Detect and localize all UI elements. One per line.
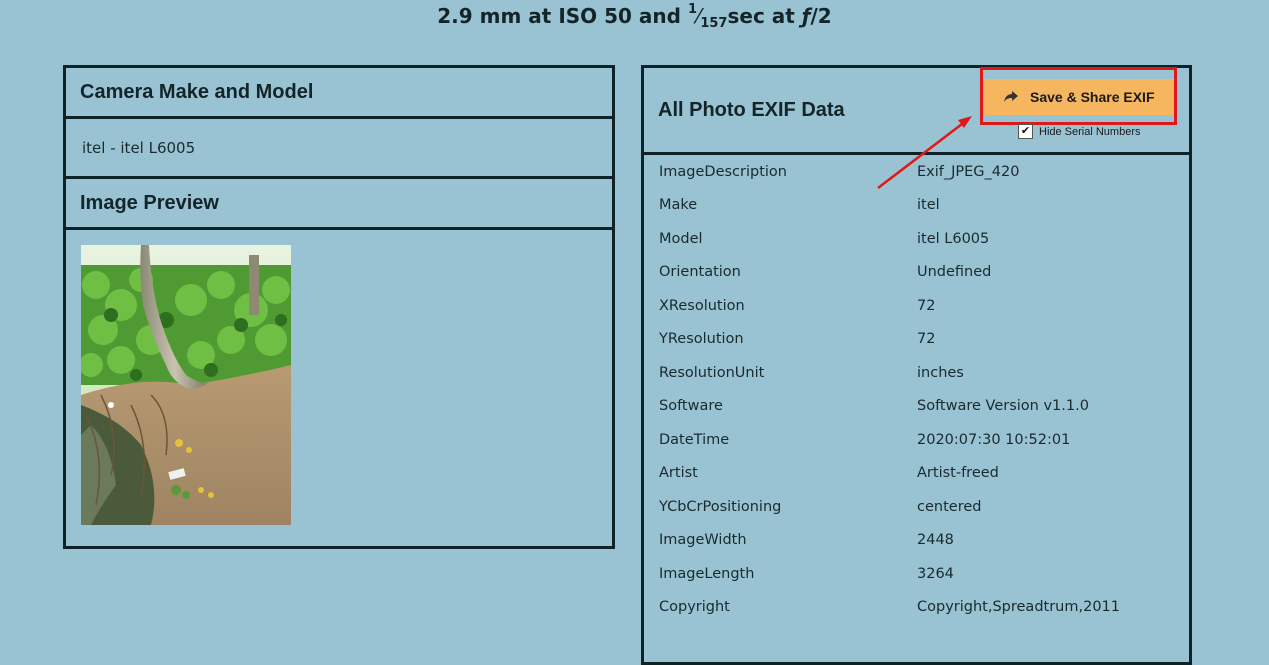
exif-value: 2020:07:30 10:52:01 — [917, 431, 1071, 448]
exif-value: 2448 — [917, 532, 954, 549]
exif-key: ImageWidth — [659, 532, 747, 549]
exif-key: Artist — [659, 465, 698, 482]
exif-table: ImageDescription Exif_JPEG_420 Make itel Mod… — [644, 155, 1189, 624]
exif-key: Make — [659, 197, 698, 214]
exif-key: ImageDescription — [659, 163, 787, 180]
preview-section-title: Image Preview — [66, 179, 612, 230]
hide-serial-row: ✔ Hide Serial Numbers — [1018, 124, 1140, 139]
exif-row: YResolution 72 — [644, 323, 1189, 357]
exif-key: YCbCrPositioning — [659, 498, 782, 515]
sec-text: sec at — [727, 4, 802, 28]
exif-key: ResolutionUnit — [659, 364, 765, 381]
photo-summary-heading: 2.9 mm at ISO 50 and 1⁄157sec at ƒ/2 — [0, 2, 1269, 31]
exif-value: itel — [917, 197, 940, 214]
exif-key: Model — [659, 230, 703, 247]
exif-row: Copyright Copyright,Spreadtrum,2011 — [644, 591, 1189, 625]
exif-key: ImageLength — [659, 565, 755, 582]
camera-info-panel: Camera Make and Model itel - itel L6005 … — [63, 65, 615, 549]
exif-row: Model itel L6005 — [644, 222, 1189, 256]
hide-serial-label: Hide Serial Numbers — [1039, 125, 1141, 138]
image-preview[interactable] — [81, 245, 291, 525]
save-share-exif-button[interactable]: Save & Share EXIF — [984, 79, 1174, 115]
exif-value: inches — [917, 364, 964, 381]
exif-value: Artist-freed — [917, 465, 999, 482]
aperture-value: /2 — [810, 4, 832, 28]
exif-key: XResolution — [659, 297, 745, 314]
exif-key: Orientation — [659, 264, 741, 281]
shutter-denominator: 157 — [700, 16, 728, 31]
exif-value: 3264 — [917, 565, 954, 582]
camera-make-model-value: itel - itel L6005 — [66, 119, 612, 179]
exif-panel-header: All Photo EXIF Data Save & Share EXIF ✔ … — [644, 67, 1189, 155]
exif-row: ImageWidth 2448 — [644, 524, 1189, 558]
save-share-label: Save & Share EXIF — [1030, 89, 1155, 105]
exif-value: 72 — [917, 297, 936, 314]
share-arrow-icon — [1004, 91, 1018, 103]
exif-data-panel: All Photo EXIF Data Save & Share EXIF ✔ … — [641, 65, 1192, 665]
exif-panel-title: All Photo EXIF Data — [658, 99, 845, 121]
exif-value: centered — [917, 498, 982, 515]
exif-row: Make itel — [644, 189, 1189, 223]
exif-value: Copyright,Spreadtrum,2011 — [917, 599, 1120, 616]
exif-key: Copyright — [659, 599, 730, 616]
exif-value: 72 — [917, 331, 936, 348]
exif-key: DateTime — [659, 431, 730, 448]
exif-key: YResolution — [659, 331, 744, 348]
camera-section-title: Camera Make and Model — [66, 68, 612, 119]
exif-row: Software Software Version v1.1.0 — [644, 390, 1189, 424]
image-preview-container — [66, 230, 612, 525]
exif-row: Artist Artist-freed — [644, 457, 1189, 491]
focal-iso-text: 2.9 mm at ISO 50 and — [437, 4, 688, 28]
exif-key: Software — [659, 398, 723, 415]
exif-row: XResolution 72 — [644, 289, 1189, 323]
exif-row: YCbCrPositioning centered — [644, 490, 1189, 524]
exif-value: itel L6005 — [917, 230, 990, 247]
exif-value: Exif_JPEG_420 — [917, 163, 1020, 180]
exif-row: ResolutionUnit inches — [644, 356, 1189, 390]
exif-row: DateTime 2020:07:30 10:52:01 — [644, 423, 1189, 457]
exif-value: Software Version v1.1.0 — [917, 398, 1089, 415]
exif-row: ImageDescription Exif_JPEG_420 — [644, 155, 1189, 189]
hide-serial-checkbox[interactable]: ✔ — [1018, 124, 1033, 139]
exif-row: Orientation Undefined — [644, 256, 1189, 290]
exif-value: Undefined — [917, 264, 992, 281]
exif-row: ImageLength 3264 — [644, 557, 1189, 591]
f-number-symbol: ƒ — [801, 4, 811, 28]
shutter-numerator: 1 — [687, 2, 697, 17]
